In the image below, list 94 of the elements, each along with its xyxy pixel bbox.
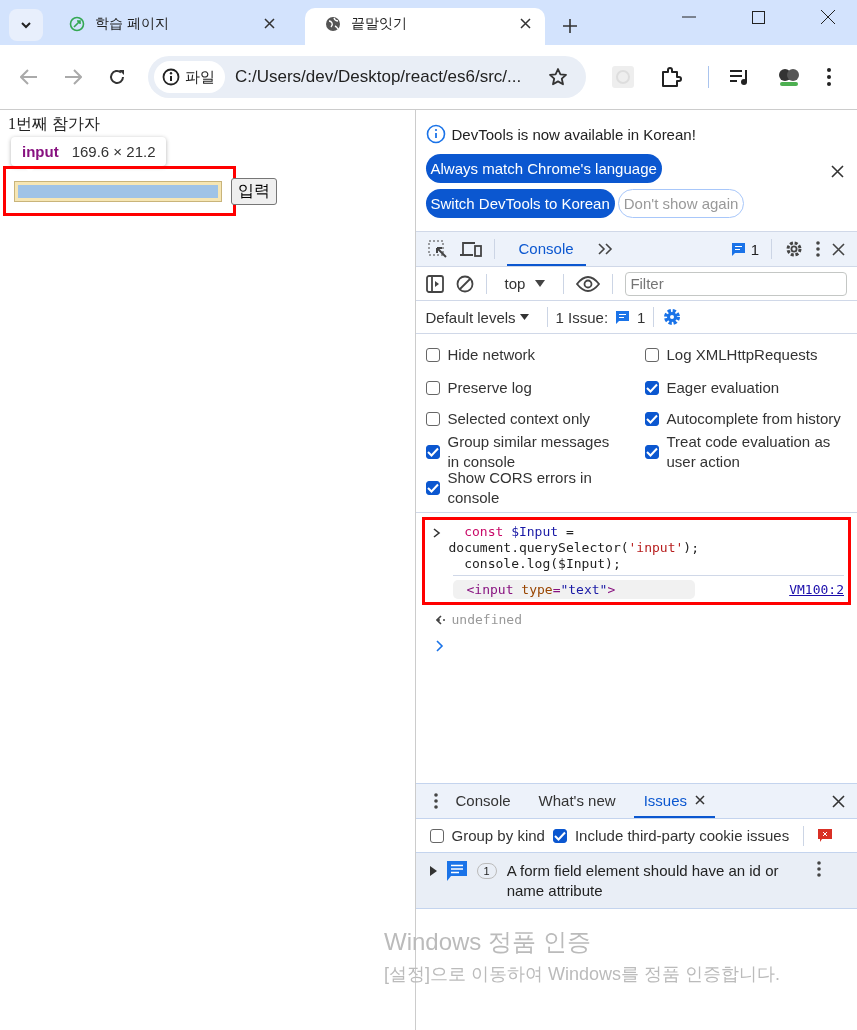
new-tab-icon[interactable] <box>563 19 577 33</box>
message-icon <box>731 242 745 256</box>
tab-search-button[interactable] <box>9 9 43 41</box>
puzzle-icon[interactable] <box>660 66 682 88</box>
setting-checkbox[interactable]: Show CORS errors in console <box>425 470 645 506</box>
issue-row[interactable]: 1 A form field element should have an id or name attribute <box>415 853 857 909</box>
more-icon[interactable] <box>816 861 821 877</box>
browser-tab[interactable]: 끝말잇기 <box>305 8 545 45</box>
checkbox[interactable] <box>425 380 440 395</box>
filter-field[interactable]: Filter <box>625 271 847 296</box>
avatar-icon[interactable] <box>777 66 801 88</box>
console-result: undefined <box>451 612 522 627</box>
infobar-button[interactable]: Always match Chrome's language <box>425 154 662 183</box>
browser-tab[interactable]: 학습 페이지 <box>49 8 289 45</box>
activation-title: Windows 정품 인증 <box>384 927 592 957</box>
address-bar[interactable]: 파일 C:/Users/dev/Desktop/react/es6/src/... <box>148 56 586 98</box>
page-heading: 1번째 참가자 <box>8 114 100 134</box>
close-icon[interactable] <box>264 18 275 29</box>
info-message: DevTools is now available in Korean! <box>451 125 696 143</box>
checkbox[interactable] <box>425 445 440 459</box>
more-icon[interactable] <box>816 241 820 257</box>
message-icon <box>616 310 630 324</box>
close-icon[interactable] <box>832 242 845 256</box>
checkbox[interactable] <box>552 828 567 843</box>
eye-icon[interactable] <box>576 275 601 292</box>
activation-text: [설정]으로 이동하여 Windows를 정품 인증합니다. <box>384 963 781 986</box>
checkbox[interactable] <box>425 481 440 495</box>
setting-checkbox[interactable]: Group similar messages in console <box>425 434 645 470</box>
device-icon[interactable] <box>459 241 482 257</box>
star-icon[interactable] <box>548 67 568 87</box>
caret-icon <box>519 314 529 320</box>
settings-icon[interactable] <box>662 307 683 327</box>
drawer-tab[interactable]: Console <box>445 784 521 818</box>
clear-icon[interactable] <box>455 274 474 293</box>
menu-icon[interactable] <box>827 68 831 86</box>
close-icon[interactable] <box>821 10 835 24</box>
drawer-tab[interactable]: Issues <box>633 784 715 818</box>
error-icon <box>818 829 833 842</box>
settings-icon[interactable] <box>784 239 804 259</box>
maximize-icon[interactable] <box>752 10 765 24</box>
message-icon <box>446 861 467 881</box>
reload-icon[interactable] <box>108 68 126 86</box>
levels-dropdown[interactable]: Default levels <box>425 308 529 326</box>
return-icon <box>435 614 446 625</box>
close-icon[interactable] <box>520 18 531 29</box>
setting-checkbox[interactable]: Autocomplete from history <box>644 404 847 434</box>
info-icon <box>425 124 446 144</box>
text-input[interactable] <box>14 180 222 202</box>
message-count: 1 <box>750 240 759 258</box>
checkbox[interactable] <box>429 828 444 843</box>
setting-checkbox[interactable]: Treat code evaluation as user action <box>644 434 847 470</box>
option-checkbox[interactable]: Include third-party cookie issues <box>552 827 790 844</box>
context-dropdown[interactable]: top <box>498 274 552 293</box>
info-icon <box>162 68 180 86</box>
console-output: <input type="text"> <box>452 580 695 599</box>
caret-icon <box>535 280 546 287</box>
checkbox[interactable] <box>425 347 440 362</box>
issues-label: 1 Issue: <box>555 308 609 326</box>
close-icon[interactable] <box>831 165 844 178</box>
checkbox[interactable] <box>644 412 659 426</box>
setting-checkbox[interactable]: Eager evaluation <box>644 371 847 404</box>
close-icon[interactable] <box>832 794 845 808</box>
more-icon[interactable] <box>433 793 438 809</box>
checkbox[interactable] <box>644 380 659 395</box>
source-link[interactable]: VM100:2 <box>789 582 844 597</box>
setting-checkbox[interactable]: Preserve log <box>425 371 645 404</box>
tab-title: 학습 페이지 <box>95 14 170 33</box>
sidebar-icon[interactable] <box>425 274 444 293</box>
setting-checkbox[interactable]: Selected context only <box>425 404 645 434</box>
chevron-icon <box>20 21 32 29</box>
devtools-tab[interactable]: Console <box>506 232 586 266</box>
issue-text: A form field element should have an id or name attribute <box>506 861 780 901</box>
prompt-icon[interactable] <box>435 640 444 652</box>
submit-button[interactable]: 입력 <box>231 178 277 205</box>
checkbox[interactable] <box>425 412 440 426</box>
expand-icon[interactable] <box>429 866 437 876</box>
tab-title: 끝말잇기 <box>351 14 408 33</box>
checkbox[interactable] <box>644 445 659 459</box>
checkbox[interactable] <box>644 347 659 362</box>
globe-icon <box>325 15 341 32</box>
infobar-button[interactable]: Switch DevTools to Korean <box>425 189 615 218</box>
url-text: C:/Users/dev/Desktop/react/es6/src/... <box>235 67 523 87</box>
inspect-tooltip: input 169.6 × 21.2 <box>11 137 167 166</box>
console-code: const $Input = document.querySelector('input'); console.log($Input); <box>448 524 699 572</box>
drawer-tab[interactable]: What's new <box>528 784 626 818</box>
setting-checkbox[interactable]: Log XMLHttpRequests <box>644 338 847 371</box>
more-tabs-icon[interactable] <box>597 243 614 255</box>
site-info-button[interactable]: 파일 <box>154 61 225 93</box>
close-icon[interactable] <box>695 795 705 805</box>
chevron-icon <box>432 528 441 538</box>
option-checkbox[interactable]: Group by kind <box>429 827 545 844</box>
setting-checkbox[interactable]: Hide network <box>425 338 645 371</box>
issues-count: 1 <box>637 308 646 326</box>
inspect-icon[interactable] <box>427 240 448 258</box>
